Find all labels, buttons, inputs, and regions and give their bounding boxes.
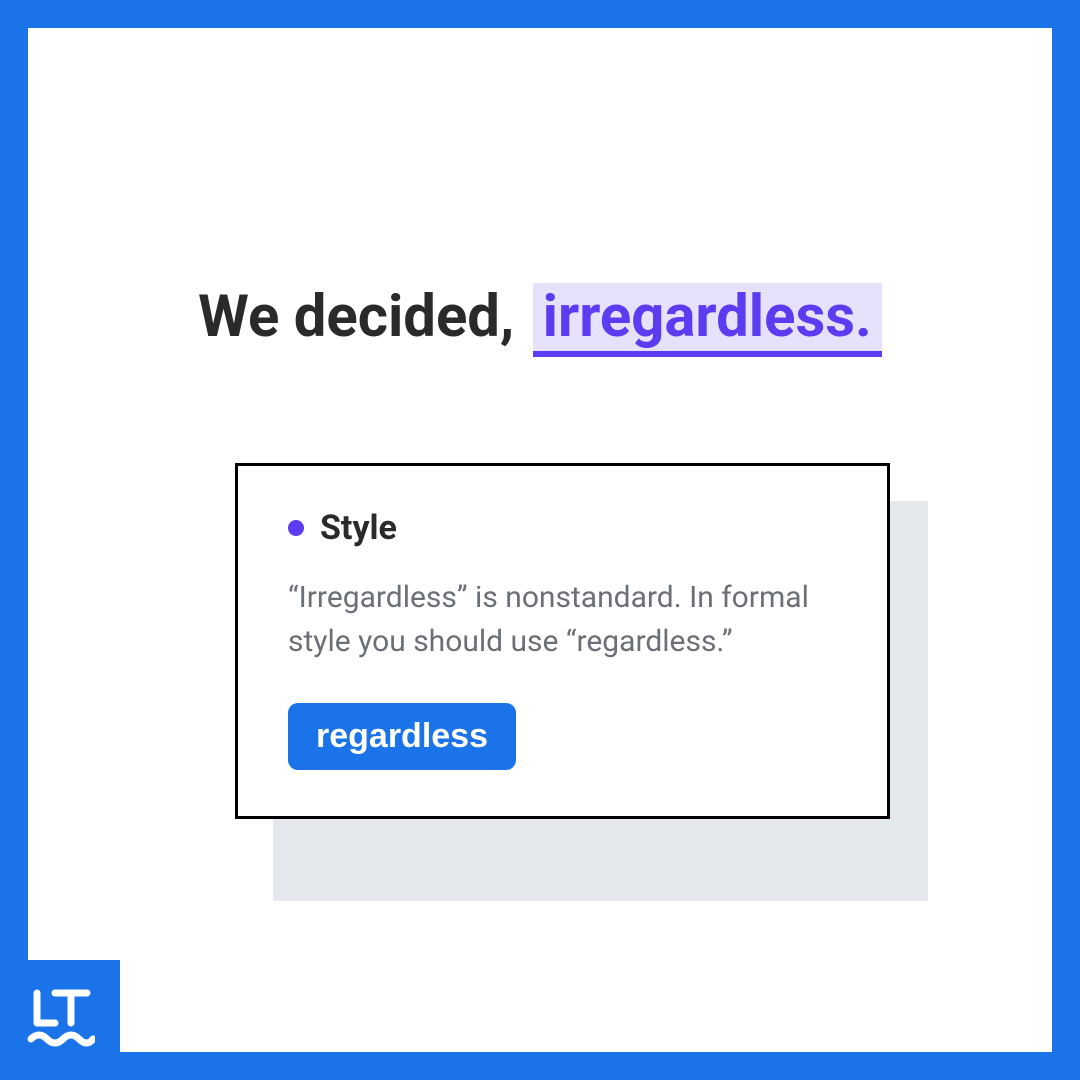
highlighted-error-word[interactable]: irregardless.: [533, 283, 882, 357]
category-label: Style: [320, 508, 397, 548]
sentence-plain-text: We decided,: [198, 283, 528, 351]
content-panel: We decided, irregardless. Style “Irregar…: [28, 28, 1052, 1052]
explanation-text: “Irregardless” is nonstandard. In formal…: [288, 576, 837, 663]
category-dot-icon: [288, 520, 304, 536]
card-header: Style: [288, 508, 837, 548]
suggestion-card: Style “Irregardless” is nonstandard. In …: [235, 463, 890, 819]
apply-suggestion-button[interactable]: regardless: [288, 703, 516, 770]
brand-logo: [0, 960, 120, 1080]
lt-logo-icon: [25, 985, 95, 1055]
example-sentence: We decided, irregardless.: [28, 283, 1052, 357]
